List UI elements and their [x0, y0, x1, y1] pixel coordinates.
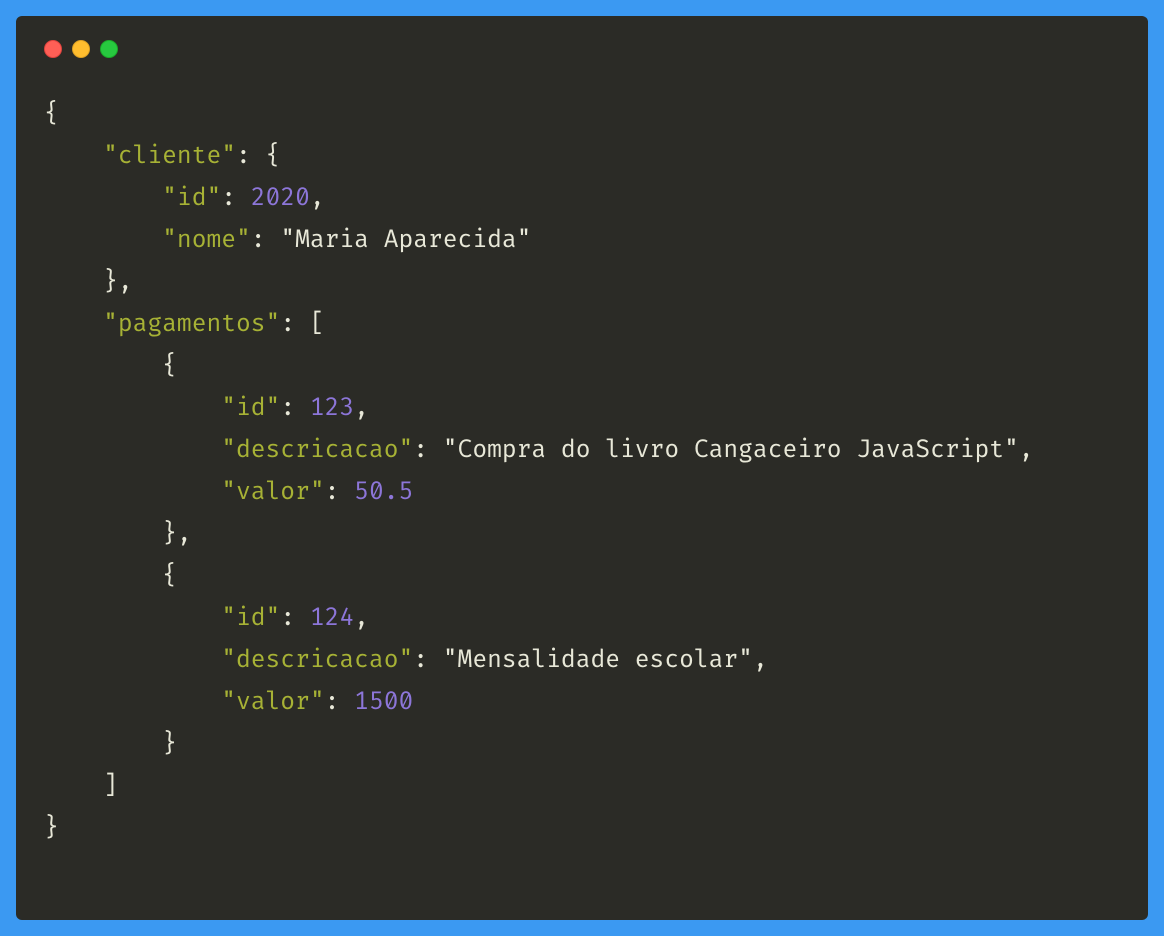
code-token: 1500	[354, 688, 413, 717]
indent	[44, 730, 103, 759]
code-token: {	[162, 562, 177, 591]
code-token: "id"	[221, 604, 280, 633]
indent	[103, 730, 162, 759]
indent	[162, 604, 221, 633]
code-token: "id"	[221, 394, 280, 423]
code-token: ,	[354, 394, 369, 423]
indent	[44, 142, 103, 171]
code-token: "nome"	[162, 226, 251, 255]
indent	[44, 562, 103, 591]
indent	[44, 478, 103, 507]
code-token: ,	[753, 646, 768, 675]
indent	[44, 772, 103, 801]
code-token: "cliente"	[103, 142, 236, 171]
indent	[103, 562, 162, 591]
indent	[103, 688, 162, 717]
indent	[162, 646, 221, 675]
indent	[162, 394, 221, 423]
indent	[103, 646, 162, 675]
code-token: :	[325, 688, 355, 717]
indent	[103, 352, 162, 381]
indent	[44, 646, 103, 675]
code-token: ,	[354, 604, 369, 633]
code-token: :	[280, 394, 310, 423]
code-token: :	[280, 604, 310, 633]
indent	[44, 520, 103, 549]
code-token: {	[44, 100, 59, 129]
indent	[44, 184, 103, 213]
code-token: ]	[103, 772, 118, 801]
code-block: { "cliente": { "id": 2020, "nome": "Mari…	[44, 94, 1120, 850]
code-token: : [	[280, 310, 324, 339]
indent	[103, 184, 162, 213]
code-token: "descricacao"	[221, 646, 413, 675]
code-token: }	[44, 814, 59, 843]
indent	[44, 604, 103, 633]
code-token: :	[413, 436, 443, 465]
code-token: "descricacao"	[221, 436, 413, 465]
indent	[103, 478, 162, 507]
indent	[44, 394, 103, 423]
indent	[44, 268, 103, 297]
code-token: :	[413, 646, 443, 675]
code-token: ,	[1019, 436, 1034, 465]
code-token: :	[325, 478, 355, 507]
code-token: 124	[310, 604, 354, 633]
code-token: ,	[310, 184, 325, 213]
code-token: },	[103, 268, 133, 297]
code-token: },	[162, 520, 192, 549]
indent	[44, 436, 103, 465]
indent	[44, 226, 103, 255]
code-token: }	[162, 730, 177, 759]
indent	[162, 688, 221, 717]
indent	[103, 226, 162, 255]
code-token: "valor"	[221, 688, 324, 717]
code-token: :	[251, 226, 281, 255]
indent	[103, 436, 162, 465]
code-token: "pagamentos"	[103, 310, 280, 339]
indent	[103, 604, 162, 633]
code-token: 50.5	[354, 478, 413, 507]
code-token: {	[162, 352, 177, 381]
code-token: "id"	[162, 184, 221, 213]
code-token: "Maria Aparecida"	[280, 226, 531, 255]
code-token: : {	[236, 142, 280, 171]
minimize-icon[interactable]	[72, 40, 90, 58]
code-token: "Compra do livro Cangaceiro JavaScript"	[443, 436, 1019, 465]
code-token: :	[221, 184, 251, 213]
close-icon[interactable]	[44, 40, 62, 58]
indent	[44, 310, 103, 339]
indent	[44, 688, 103, 717]
indent	[44, 352, 103, 381]
indent	[103, 520, 162, 549]
code-window: { "cliente": { "id": 2020, "nome": "Mari…	[16, 16, 1148, 920]
maximize-icon[interactable]	[100, 40, 118, 58]
code-token: 2020	[251, 184, 310, 213]
code-token: "Mensalidade escolar"	[443, 646, 753, 675]
code-token: "valor"	[221, 478, 324, 507]
indent	[162, 436, 221, 465]
code-token: 123	[310, 394, 354, 423]
indent	[162, 478, 221, 507]
window-titlebar	[44, 40, 1120, 58]
indent	[103, 394, 162, 423]
